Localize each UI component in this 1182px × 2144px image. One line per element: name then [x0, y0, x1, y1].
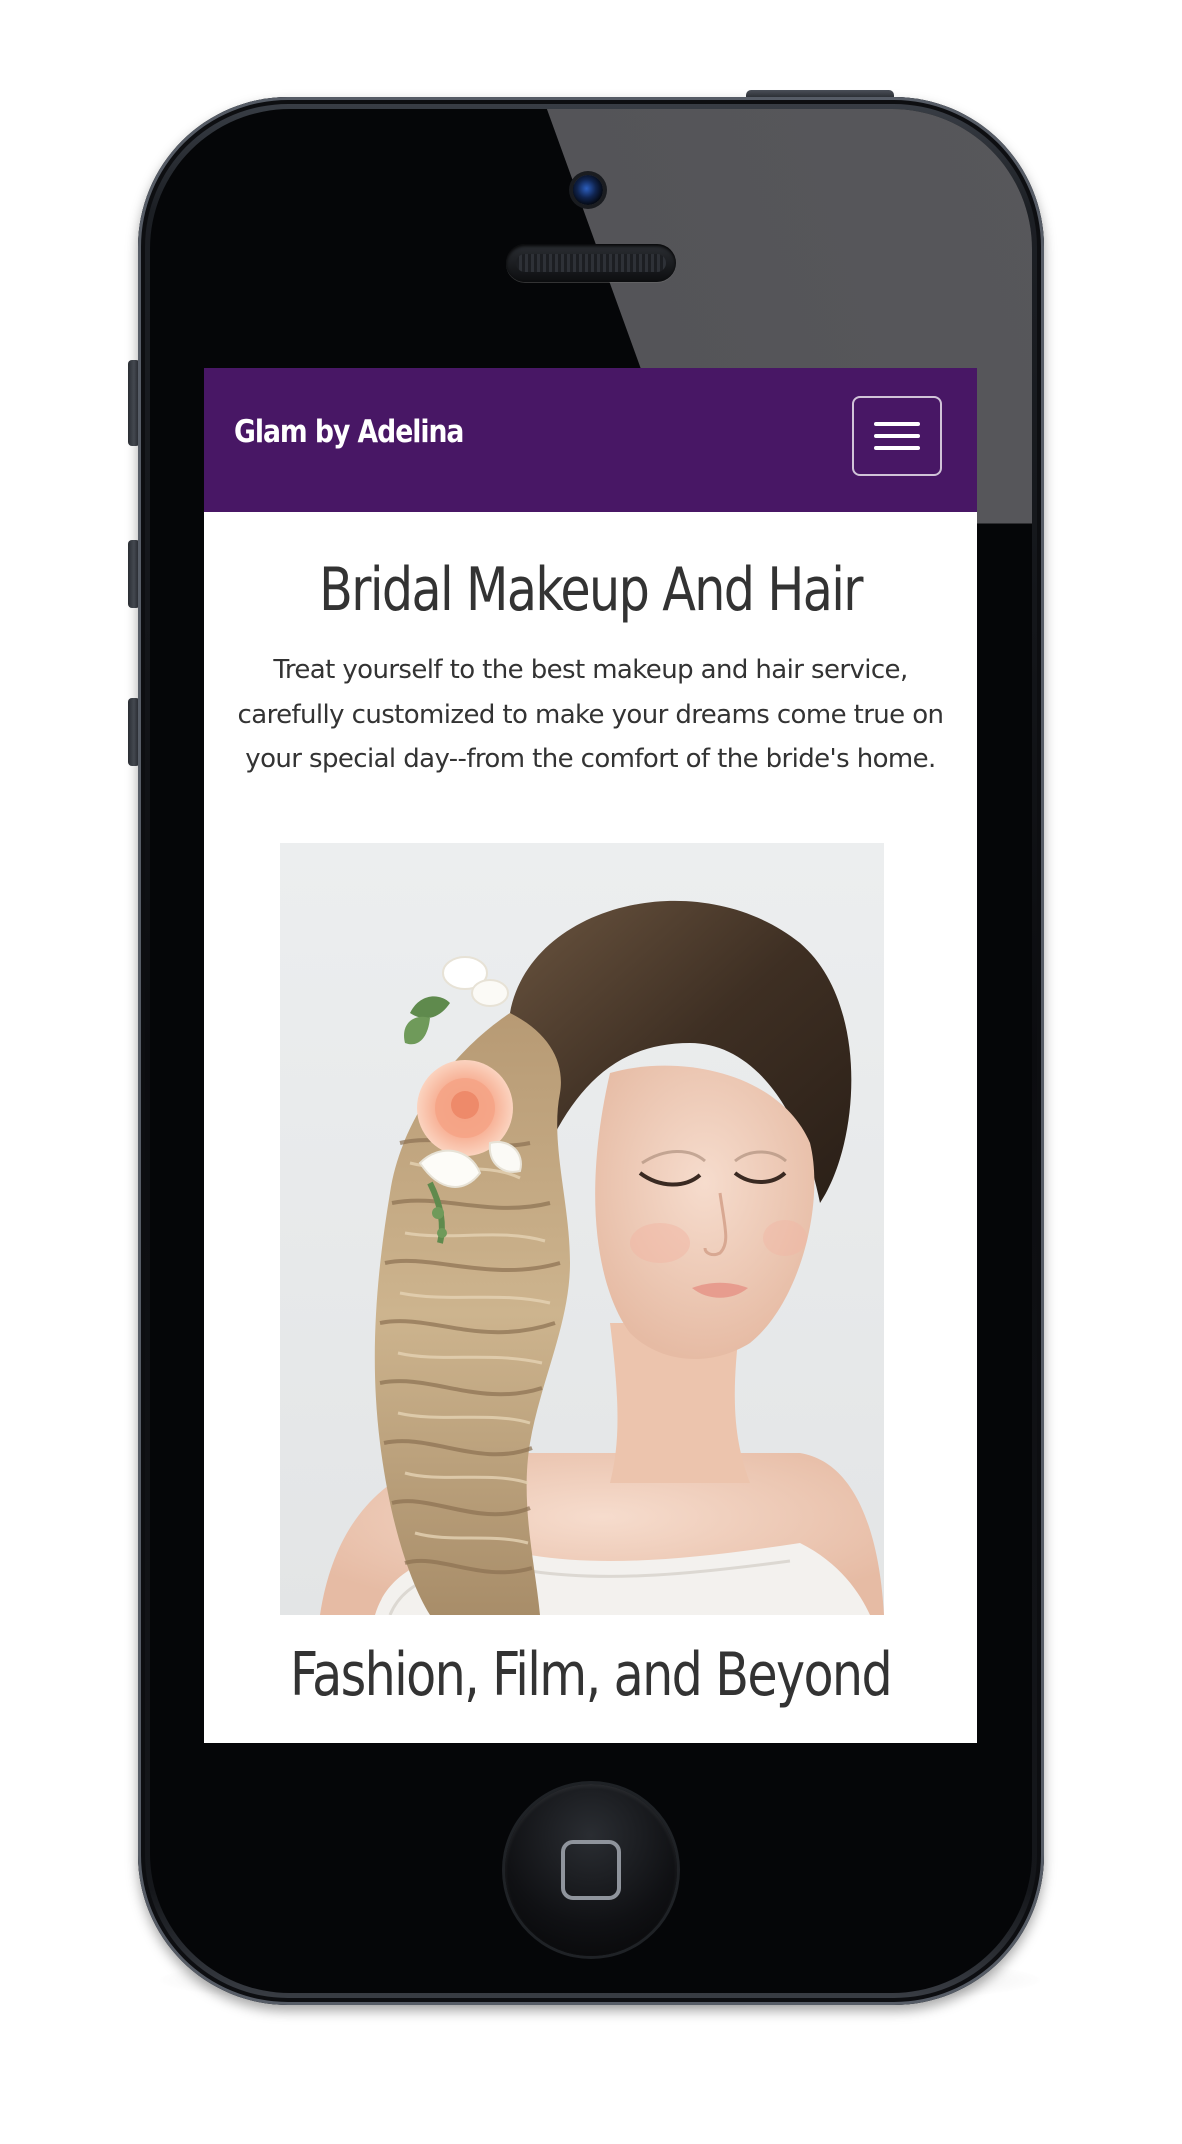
- hamburger-menu-icon: [874, 422, 920, 426]
- bride-with-flower-hair-photo: [280, 843, 884, 1615]
- section-heading: Fashion, Film, and Beyond: [289, 1640, 893, 1710]
- front-camera-icon: [573, 175, 603, 205]
- menu-toggle-button[interactable]: [852, 396, 942, 476]
- home-square-icon: [561, 1840, 621, 1900]
- hamburger-menu-icon: [874, 434, 920, 438]
- hamburger-menu-icon: [874, 446, 920, 450]
- home-button-icon[interactable]: [505, 1784, 677, 1956]
- page-title: Bridal Makeup And Hair: [319, 555, 863, 625]
- brand-link[interactable]: Glam by Adelina: [234, 414, 464, 450]
- navbar: Glam by Adelina: [204, 368, 977, 512]
- earpiece-speaker-icon: [506, 244, 676, 282]
- phone-screen: Glam by Adelina Bridal Makeup And Hair T…: [204, 368, 977, 1743]
- intro-text: Treat yourself to the best makeup and ha…: [237, 655, 944, 774]
